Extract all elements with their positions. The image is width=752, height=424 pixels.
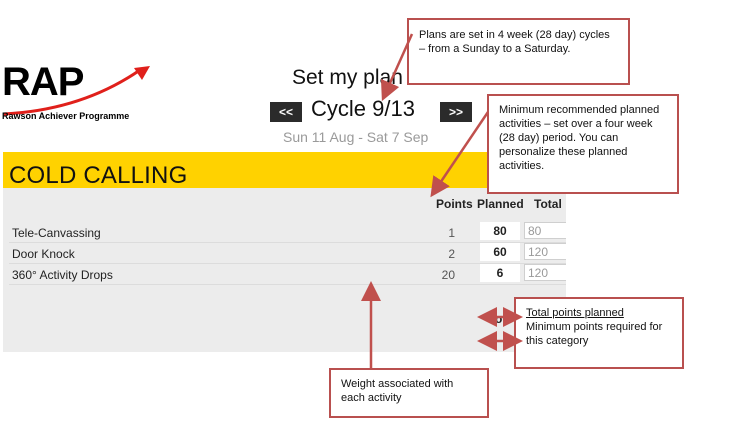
callout-min-activities: Minimum recommended planned activities –… [487,94,679,194]
total-field: 120 [524,264,566,281]
callout-weight: Weight associated with each activity [329,368,489,418]
activity-name: 360° Activity Drops [12,268,113,282]
activity-name: Door Knock [12,247,75,261]
planned-column-header: Planned [477,197,524,211]
date-range: Sun 11 Aug - Sat 7 Sep [283,129,429,145]
activity-points: 1 [448,226,455,240]
activity-points: 20 [441,268,455,282]
rap-logo: RAP Rawson Achiever Programme [2,62,152,124]
planned-input[interactable]: 60 [480,243,520,261]
total-field: 80 [524,222,566,239]
logo-subtitle: Rawson Achiever Programme [2,111,130,121]
total-column-header: Total [534,197,562,211]
planned-input[interactable]: 6 [480,264,520,282]
cycle-label: Cycle 9/13 [311,96,415,121]
activity-name: Tele-Canvassing [12,226,101,240]
total-field: 120 [524,243,566,260]
activity-points: 2 [448,247,455,261]
category-header: COLD CALLING [3,152,566,189]
planned-input[interactable]: 80 [480,222,520,240]
previous-cycle-button[interactable]: << [270,102,302,122]
activity-row: Door Knock 2 60 120 [3,243,566,264]
callout-cycle-info: Plans are set in 4 week (28 day) cycles … [407,18,630,85]
min-points-note: Minimum points required for this categor… [526,321,663,347]
category-title: COLD CALLING [9,162,188,189]
total-points-note: Total points planned [526,307,624,319]
total-label: ou [495,312,510,326]
row-divider [9,284,566,285]
next-cycle-button[interactable]: >> [440,102,472,122]
activity-row: 360° Activity Drops 20 6 120 [3,264,566,285]
points-column-header: Points [436,197,473,211]
category-panel: COLD CALLING Points Planned Total Tele-C… [3,152,566,352]
page-title: Set my plan [292,66,403,89]
activity-row: Tele-Canvassing 1 80 80 [3,222,566,243]
logo-text: RAP [2,60,84,104]
callout-points: Total points planned Minimum points requ… [514,297,684,369]
